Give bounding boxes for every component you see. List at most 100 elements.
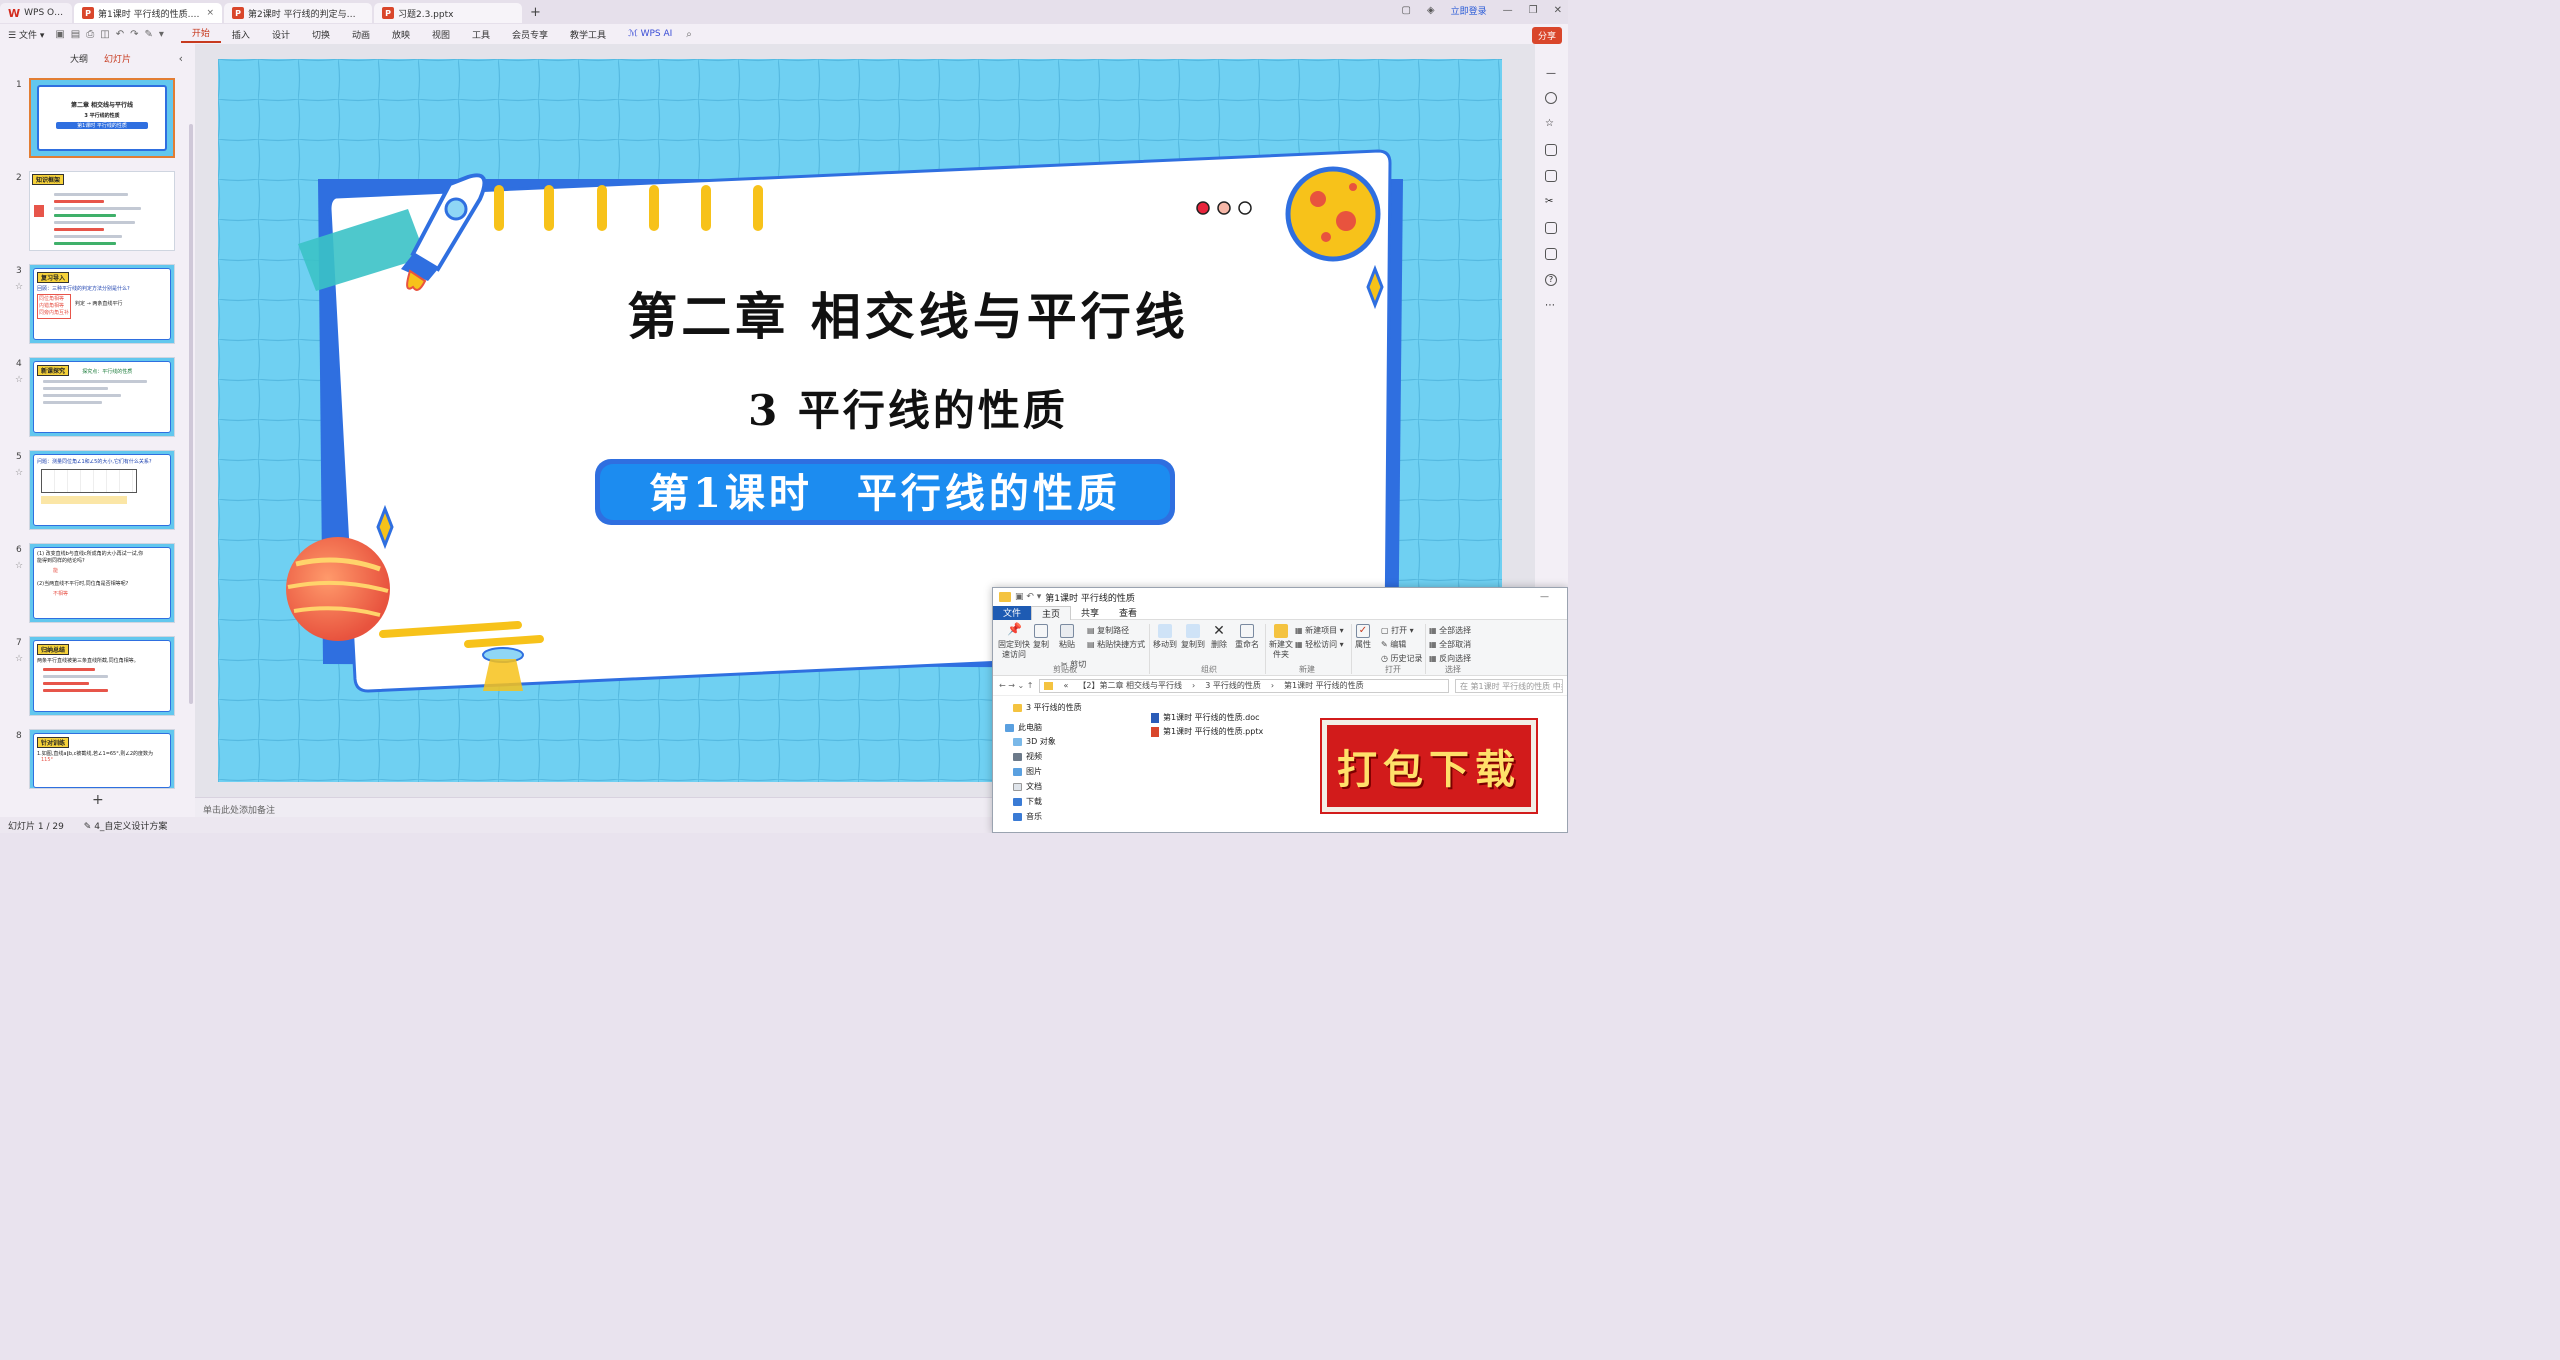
paste-button[interactable]: 粘贴	[1059, 624, 1075, 650]
nav-item-documents[interactable]: 文档	[1013, 781, 1042, 792]
slide-thumb-4[interactable]: 4 ☆ 新课探究 探究点：平行线的性质	[0, 357, 195, 439]
invert-selection-button[interactable]: ▦ 反向选择	[1429, 654, 1471, 664]
tools-icon[interactable]: ✂	[1545, 196, 1557, 208]
breadcrumb-item[interactable]: 3 平行线的性质	[1205, 680, 1261, 691]
tab-member[interactable]: 会员专享	[501, 28, 559, 41]
star-icon[interactable]: ☆	[1545, 118, 1557, 130]
file-menu[interactable]: ☰ 文件 ▾	[0, 28, 52, 41]
export-pdf-icon[interactable]: ▤	[68, 29, 83, 40]
tab-document-1[interactable]: P 第1课时 平行线的性质.pptx ×	[74, 3, 222, 23]
copy-button[interactable]: 复制	[1033, 624, 1049, 650]
close-tab-icon[interactable]: ×	[206, 8, 214, 18]
breadcrumb-back[interactable]: «	[1063, 681, 1068, 690]
select-all-button[interactable]: ▦ 全部选择	[1429, 626, 1471, 636]
breadcrumb-item[interactable]: 第1课时 平行线的性质	[1284, 680, 1364, 691]
tab-home[interactable]: 主页	[1031, 605, 1072, 620]
file-item-doc[interactable]: 第1课时 平行线的性质.doc	[1151, 712, 1263, 723]
new-item-button[interactable]: ▦ 新建项目 ▾	[1295, 626, 1344, 636]
properties-button[interactable]: ✓ 属性	[1355, 624, 1371, 650]
slide-thumb-1[interactable]: 1 第二章 相交线与平行线 3 平行线的性质 第1课时 平行线的性质	[0, 78, 195, 160]
tab-view[interactable]: 视图	[421, 28, 461, 41]
tab-slides[interactable]: 幻灯片	[104, 52, 131, 65]
slide-thumb-2[interactable]: 2 知识框架	[0, 171, 195, 253]
tab-document-2[interactable]: P 第2课时 平行线的判定与性质的综合应用.pptx	[224, 3, 372, 23]
nav-item-this-pc[interactable]: 此电脑	[1005, 722, 1042, 733]
help-icon[interactable]: ?	[1545, 274, 1557, 286]
print-icon[interactable]: ⎙	[83, 29, 97, 40]
nav-item-videos[interactable]: 视频	[1013, 751, 1042, 762]
chapter-title[interactable]: 第二章 相交线与平行线	[518, 277, 1298, 349]
style-icon[interactable]	[1545, 170, 1557, 182]
minimize-icon[interactable]: —	[1503, 5, 1513, 16]
address-bar[interactable]: « 【2】第二章 相交线与平行线 › 3 平行线的性质 › 第1课时 平行线的性…	[1039, 678, 1449, 693]
tab-file[interactable]: 文件	[993, 605, 1032, 620]
explorer-window-controls[interactable]: —	[1540, 592, 1559, 602]
login-button[interactable]: 立即登录	[1451, 4, 1487, 17]
pin-quick-access-button[interactable]: 📌 固定到快速访问	[997, 623, 1031, 660]
add-slide-button[interactable]: +	[92, 792, 104, 808]
nav-item-folder[interactable]: 3 平行线的性质	[1013, 702, 1082, 713]
paste-shortcut-button[interactable]: ▤ 粘贴快捷方式	[1087, 640, 1145, 650]
copy-path-button[interactable]: ▤ 复制路径	[1087, 626, 1129, 636]
history-button[interactable]: ◷ 历史记录	[1381, 654, 1423, 664]
open-button[interactable]: ▢ 打开 ▾	[1381, 626, 1414, 636]
rename-button[interactable]: 重命名	[1235, 624, 1259, 650]
slide-thumb-7[interactable]: 7 ☆ 归纳总结 两条平行直线被第三条直线所截,同位角相等。	[0, 636, 195, 718]
tab-transition[interactable]: 切换	[301, 28, 341, 41]
new-folder-button[interactable]: 新建文件夹	[1269, 624, 1293, 660]
delete-button[interactable]: ✕ 删除	[1211, 624, 1227, 650]
maximize-icon[interactable]: ❐	[1529, 5, 1538, 16]
preview-icon[interactable]: ◫	[97, 29, 112, 40]
tab-wps-home[interactable]: W WPS Office	[0, 3, 72, 23]
select-none-button[interactable]: ▦ 全部取消	[1429, 640, 1471, 650]
nav-item-3d-objects[interactable]: 3D 对象	[1013, 736, 1056, 747]
nav-item-music[interactable]: 音乐	[1013, 811, 1042, 822]
tab-outline[interactable]: 大纲	[70, 52, 88, 65]
file-item-pptx[interactable]: 第1课时 平行线的性质.pptx	[1151, 726, 1263, 737]
download-badge[interactable]: 打包下载	[1322, 720, 1536, 812]
slide-thumb-6[interactable]: 6 ☆ (1) 改变直线b与直线c所成角的大小再试一试,你能得到同样的结论吗? …	[0, 543, 195, 625]
tab-animation[interactable]: 动画	[341, 28, 381, 41]
slide-thumb-3[interactable]: 3 ☆ 复习导入 回顾：三种平行线的判定方法分别是什么? 同位角相等 内错角相等…	[0, 264, 195, 346]
quick-access-icons[interactable]: ▣ ↶ ▾	[1015, 592, 1041, 602]
new-tab-button[interactable]: +	[530, 5, 541, 20]
undo-icon[interactable]: ↶	[113, 29, 127, 40]
easy-access-button[interactable]: ▦ 轻松访问 ▾	[1295, 640, 1344, 650]
layout-icon[interactable]: ▢	[1401, 5, 1410, 16]
tab-document-3[interactable]: P 习题2.3.pptx	[374, 3, 522, 23]
tab-wps-ai[interactable]: ℳ WPS AI	[617, 29, 683, 39]
image-icon[interactable]	[1545, 248, 1557, 260]
redo-icon[interactable]: ↷	[127, 29, 141, 40]
tab-share[interactable]: 共享	[1071, 606, 1109, 620]
skin-icon[interactable]: ◈	[1427, 5, 1435, 16]
nav-arrows[interactable]: ← → ⌄ ↑	[999, 681, 1033, 690]
copy-icon[interactable]	[1545, 144, 1557, 156]
edit-button[interactable]: ✎ 编辑	[1381, 640, 1406, 650]
lesson-banner-title[interactable]: 第1课时 平行线的性质	[595, 461, 1175, 519]
more-icon[interactable]: ▾	[156, 29, 167, 40]
share-button[interactable]: 分享	[1531, 27, 1562, 44]
tab-slideshow[interactable]: 放映	[381, 28, 421, 41]
breadcrumb-item[interactable]: 【2】第二章 相交线与平行线	[1078, 680, 1182, 691]
tab-home[interactable]: 开始	[180, 26, 221, 43]
slide-thumb-5[interactable]: 5 ☆ 问题：测量同位角∠1和∠5的大小,它们有什么关系?	[0, 450, 195, 532]
tab-view[interactable]: 查看	[1109, 606, 1147, 620]
nav-item-pictures[interactable]: 图片	[1013, 766, 1042, 777]
theme-name[interactable]: ✎ 4_自定义设计方案	[84, 819, 168, 832]
tab-tools[interactable]: 工具	[461, 28, 501, 41]
close-icon[interactable]: ✕	[1554, 5, 1562, 16]
tab-design[interactable]: 设计	[261, 28, 301, 41]
book-icon[interactable]	[1545, 222, 1557, 234]
move-to-button[interactable]: 移动到	[1153, 624, 1177, 650]
tab-teaching-tools[interactable]: 教学工具	[559, 28, 617, 41]
search-icon[interactable]: ⌕	[683, 29, 695, 40]
nav-item-downloads[interactable]: 下载	[1013, 796, 1042, 807]
minus-icon[interactable]: —	[1545, 68, 1557, 80]
format-painter-icon[interactable]: ✎	[141, 29, 155, 40]
more-icon[interactable]: ⋯	[1545, 300, 1557, 312]
settings-icon[interactable]	[1545, 92, 1557, 104]
tab-insert[interactable]: 插入	[221, 28, 261, 41]
section-title[interactable]: 3 平行线的性质	[618, 377, 1198, 438]
sidebar-scrollbar[interactable]	[189, 124, 193, 704]
collapse-sidebar-icon[interactable]: ‹	[179, 52, 183, 65]
